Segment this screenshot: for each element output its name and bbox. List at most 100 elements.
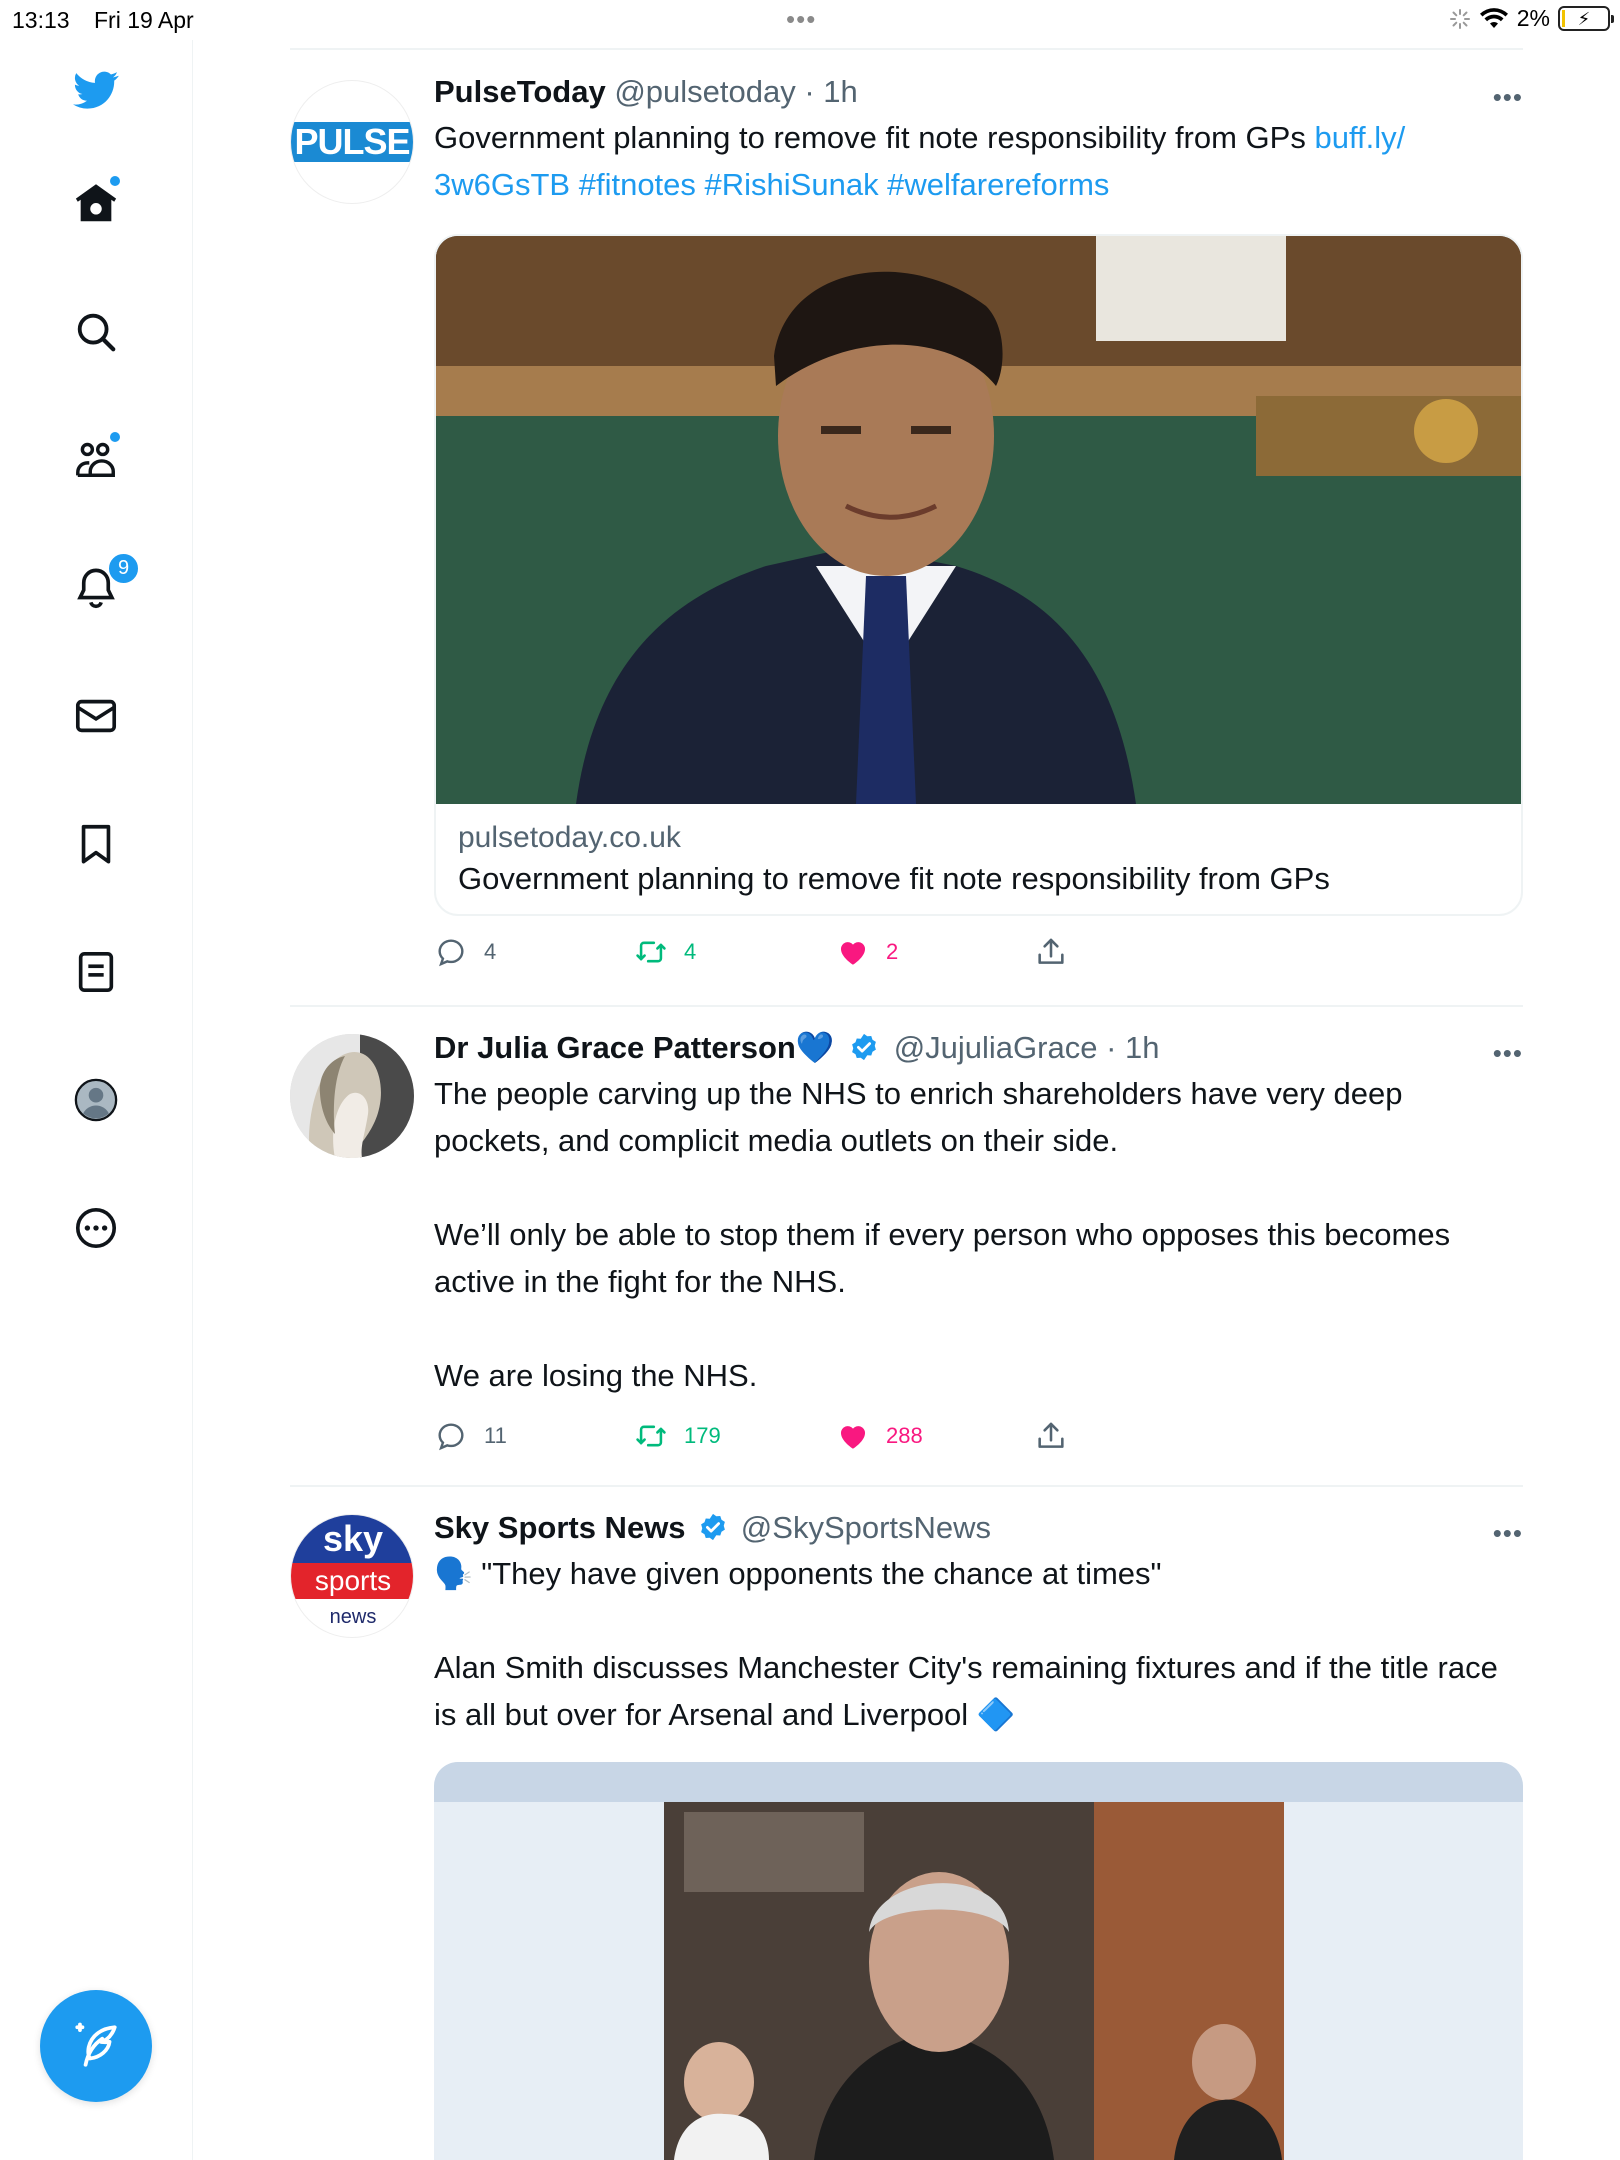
tweet-quote-line: 🗣️ "They have given opponents the chance…	[434, 1550, 1523, 1597]
retweet-count: 4	[684, 939, 697, 964]
sky-logo-text: sky	[291, 1515, 413, 1563]
more-options-icon[interactable]: •••	[1493, 82, 1523, 113]
retweet-button[interactable]: 179	[634, 1419, 721, 1453]
like-count: 2	[886, 939, 899, 964]
tweet-quote: "They have given opponents the chance at…	[472, 1556, 1162, 1591]
tweet-text-body: Alan Smith discusses Manchester City's r…	[434, 1650, 1507, 1732]
status-bar: 13:13 Fri 19 Apr ••• 2% ⚡	[0, 0, 1620, 40]
nav-communities[interactable]	[64, 428, 128, 492]
tweet-skysportsnews[interactable]: sky sports news Sky Sports News @SkySpor…	[290, 1508, 1523, 2160]
activity-spinner-icon	[1449, 8, 1470, 29]
tweet-pulsetoday[interactable]: PULSE PulseToday @pulsetoday · 1h ••• Go…	[290, 72, 1523, 1002]
like-button[interactable]: 2	[836, 935, 898, 969]
tweet-text: Alan Smith discusses Manchester City's r…	[434, 1644, 1523, 1738]
reply-button[interactable]: 4	[434, 935, 496, 969]
verified-badge-icon	[852, 1033, 876, 1061]
more-options-icon[interactable]: •••	[1493, 1518, 1523, 1549]
author-handle[interactable]: @SkySportsNews	[741, 1510, 991, 1545]
tweet-text: Government planning to remove fit note r…	[434, 114, 1523, 208]
retweet-count: 179	[684, 1423, 721, 1448]
wifi-icon	[1479, 7, 1508, 28]
heart-icon	[840, 1426, 866, 1449]
tweet-header: Dr Julia Grace Patterson💙 @JujuliaGrace …	[434, 1028, 1523, 1068]
nav-messages[interactable]	[64, 684, 128, 748]
bookmark-icon	[81, 824, 111, 864]
avatar[interactable]: PULSE	[290, 80, 414, 204]
tweet-text: The people carving up the NHS to enrich …	[434, 1076, 1451, 1393]
status-right: 2% ⚡	[1449, 5, 1614, 32]
tweet-header: Sky Sports News @SkySportsNews	[434, 1508, 1523, 1548]
author-handle[interactable]: @JujuliaGrace	[894, 1030, 1098, 1065]
battery-percent: 2%	[1516, 5, 1550, 31]
tweet-time[interactable]: · 1h	[804, 74, 857, 109]
compose-tweet-button[interactable]	[40, 1990, 152, 2102]
tweet-hashtags[interactable]: #fitnotes #RishiSunak #welfarereforms	[570, 167, 1110, 202]
status-time: 13:13	[12, 7, 70, 33]
tweet-actions: 11 179 288	[434, 1419, 1134, 1459]
twitter-logo-icon[interactable]	[64, 58, 128, 122]
nav-home[interactable]	[64, 172, 128, 236]
link-card[interactable]: pulsetoday.co.uk Government planning to …	[434, 234, 1523, 916]
speaking-head-emoji: 🗣️	[434, 1556, 473, 1591]
notifications-badge: 9	[107, 552, 140, 585]
status-date: Fri 19 Apr	[94, 7, 194, 33]
tweet-video[interactable]	[434, 1762, 1523, 2160]
list-icon	[78, 951, 114, 993]
tweet-divider	[290, 1005, 1523, 1007]
nav-bookmarks[interactable]	[64, 812, 128, 876]
tweet-header: PulseToday @pulsetoday · 1h	[434, 72, 1523, 112]
share-button[interactable]	[1034, 935, 1068, 969]
avatar[interactable]	[290, 1034, 414, 1158]
reply-button[interactable]: 11	[434, 1419, 507, 1453]
author-handle[interactable]: @pulsetoday	[614, 74, 795, 109]
blue-heart-emoji: 💙	[795, 1030, 835, 1065]
reply-count: 11	[484, 1423, 507, 1448]
heart-icon	[840, 942, 866, 965]
envelope-icon	[75, 699, 117, 733]
feed-top-divider	[290, 48, 1523, 50]
link-card-domain: pulsetoday.co.uk	[458, 821, 681, 854]
tweet-time[interactable]: · 1h	[1106, 1030, 1159, 1065]
nav-search[interactable]	[64, 300, 128, 364]
avatar[interactable]: sky sports news	[290, 1514, 414, 1638]
retweet-icon	[636, 941, 666, 963]
like-button[interactable]: 288	[836, 1419, 923, 1453]
tweet-actions: 4 4 2	[434, 935, 1134, 975]
nav-lists[interactable]	[64, 940, 128, 1004]
link-card-meta: pulsetoday.co.uk Government planning to …	[436, 804, 1521, 914]
more-circle-icon	[75, 1207, 117, 1249]
retweet-button[interactable]: 4	[634, 935, 696, 969]
share-button[interactable]	[1034, 1419, 1068, 1453]
tweet-divider	[290, 1485, 1523, 1487]
author-name[interactable]: Sky Sports News	[434, 1510, 686, 1545]
reply-count: 4	[484, 939, 497, 964]
retweet-icon	[636, 1425, 666, 1447]
nav-notifications[interactable]: 9	[64, 552, 140, 620]
multitasking-dots-icon[interactable]: •••	[786, 4, 816, 35]
author-name[interactable]: PulseToday	[434, 74, 606, 109]
blue-diamond-emoji: 🔷	[976, 1697, 1016, 1732]
news-logo-text: news	[329, 1606, 377, 1628]
communities-icon	[76, 442, 115, 478]
like-count: 288	[886, 1423, 923, 1448]
reply-icon	[438, 939, 464, 967]
nav-more[interactable]	[64, 1196, 128, 1260]
link-card-title: Government planning to remove fit note r…	[458, 861, 1330, 896]
compose-feather-icon	[75, 2022, 117, 2067]
reply-icon	[438, 1423, 464, 1451]
verified-badge-icon	[701, 1513, 726, 1541]
home-unread-dot	[110, 176, 120, 186]
more-options-icon[interactable]: •••	[1493, 1038, 1523, 1069]
share-icon	[1038, 938, 1064, 964]
search-icon	[77, 313, 116, 352]
communities-unread-dot	[110, 432, 120, 442]
share-icon	[1038, 1422, 1064, 1448]
avatar-icon	[74, 1078, 118, 1122]
battery-icon: ⚡	[1558, 6, 1614, 31]
author-name[interactable]: Dr Julia Grace Patterson	[434, 1030, 796, 1065]
nav-profile[interactable]	[64, 1068, 128, 1132]
link-card-image	[436, 236, 1521, 804]
home-icon	[75, 184, 117, 222]
sports-logo-text: sports	[291, 1563, 413, 1599]
tweet-jujuliagrace[interactable]: Dr Julia Grace Patterson💙 @JujuliaGrace …	[290, 1028, 1523, 1488]
